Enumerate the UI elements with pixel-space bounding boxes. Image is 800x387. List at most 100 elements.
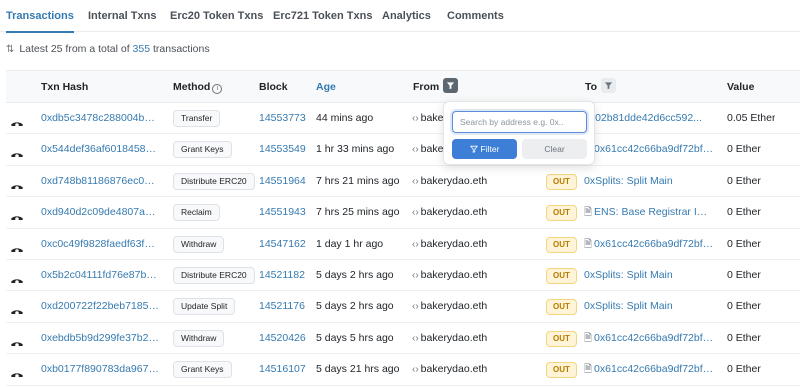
transactions-table: Txn Hash Method i Block Age From To Value… — [6, 70, 800, 386]
eye-icon[interactable] — [10, 332, 30, 346]
value-text: 0 Ether — [727, 268, 761, 281]
from-filter-icon[interactable] — [443, 78, 459, 93]
from-address-label: bakerydao.eth — [420, 268, 488, 281]
value-text: 0 Ether — [727, 206, 761, 219]
tab-bar: Transactions Internal Txns Erc20 Token T… — [0, 0, 800, 33]
block-link[interactable]: 14520426 — [259, 323, 306, 354]
transaction-count-link[interactable]: 355 — [133, 43, 151, 55]
chain-link-icon: ‹› — [412, 269, 419, 281]
eye-icon[interactable] — [10, 112, 30, 126]
txn-hash-link[interactable]: 0xc0c49f9828faedf63fc5... — [41, 229, 159, 260]
chain-link-icon: ‹› — [412, 301, 419, 313]
table-row: 0xd940d2c09de4807a2b... Reclaim 14551943 7 … — [6, 197, 800, 229]
block-link[interactable]: 14521176 — [259, 291, 305, 322]
tab-comments[interactable]: Comments — [447, 0, 504, 32]
age-text: 5 days 2 hrs ago — [316, 300, 394, 313]
to-filter-icon[interactable] — [601, 78, 617, 93]
header-block: Block — [259, 81, 288, 93]
eye-icon[interactable] — [10, 206, 30, 221]
txn-hash-link[interactable]: 0xdb5c3478c288004bc5... — [41, 103, 159, 134]
table-row: 0xebdb5b9d299fe37b26... Withdraw 14520426 5… — [6, 323, 800, 355]
header-age-toggle[interactable]: Age — [316, 71, 336, 104]
header-to-label: To — [585, 81, 598, 93]
block-link[interactable]: 14521182 — [259, 260, 305, 291]
contract-doc-icon: 🗎 — [584, 364, 593, 376]
from-address-label: bakerydao.eth — [420, 331, 488, 344]
tab-erc721-token-txns[interactable]: Erc721 Token Txns — [273, 0, 372, 32]
txn-hash-link[interactable]: 0xebdb5b9d299fe37b26... — [41, 323, 159, 354]
eye-icon[interactable] — [10, 300, 30, 315]
tab-internal-txns[interactable]: Internal Txns — [88, 0, 156, 32]
age-text: 44 mins ago — [316, 112, 374, 124]
to-address-label: 0x61cc42c66ba9df72bf6... — [594, 363, 714, 376]
to-address-label: 0x02b81dde42d6cc592... — [584, 112, 702, 124]
to-address-label: 0xSplits: Split Main — [584, 268, 673, 281]
chain-link-icon: ‹› — [412, 175, 419, 187]
direction-badge: OUT — [546, 362, 577, 379]
eye-icon[interactable] — [10, 143, 30, 158]
direction-badge: OUT — [546, 330, 577, 347]
block-link[interactable]: 14553773 — [259, 103, 306, 134]
to-address-link[interactable]: 🗎0x61cc42c66ba9df72bf6... — [584, 354, 714, 385]
txn-hash-link[interactable]: 0xd748b81186876ec07d... — [41, 166, 159, 197]
eye-icon[interactable] — [10, 269, 30, 283]
to-address-label: 0x61cc42c66ba9df72bf6... — [594, 143, 714, 156]
to-address-link[interactable]: 🗎0x61cc42c66ba9df72bf6... — [584, 134, 714, 165]
block-link[interactable]: 14551943 — [259, 197, 306, 228]
from-address-label: bakerydao.eth — [420, 206, 488, 219]
to-address-label: 0x61cc42c66ba9df72bf6... — [594, 331, 714, 344]
to-address-link[interactable]: 🗎 ENS: Base Registrar Imp... — [584, 197, 714, 228]
eye-icon[interactable] — [10, 175, 30, 189]
from-address: ‹›bakerydao.eth — [412, 323, 487, 354]
tab-erc20-token-txns[interactable]: Erc20 Token Txns — [170, 0, 263, 32]
filter-button-label: Filter — [480, 144, 500, 154]
direction-badge: OUT — [546, 173, 577, 190]
block-link[interactable]: 14516107 — [259, 354, 306, 385]
to-address-link[interactable]: 0x02b81dde42d6cc592... — [584, 103, 714, 134]
txn-hash-link[interactable]: 0xb0177f890783da967a... — [41, 354, 159, 385]
eye-icon[interactable] — [10, 363, 30, 378]
age-text: 1 hr 33 mins ago — [316, 143, 395, 156]
chain-link-icon: ‹› — [412, 364, 419, 376]
block-link[interactable]: 14551964 — [259, 166, 306, 197]
to-address-link[interactable]: 0xSplits: Split Main — [584, 260, 714, 291]
method-badge: Distribute ERC20 — [173, 266, 255, 284]
table-header: Txn Hash Method i Block Age From To Value — [6, 70, 800, 103]
method-badge: Reclaim — [173, 204, 220, 222]
block-link[interactable]: 14553549 — [259, 134, 306, 165]
txn-hash-link[interactable]: 0x544def36af601845856... — [41, 134, 159, 165]
eye-icon[interactable] — [10, 238, 30, 252]
age-text: 7 hrs 25 mins ago — [316, 206, 400, 219]
value-text: 0 Ether — [727, 363, 761, 376]
info-icon[interactable]: i — [212, 84, 223, 94]
txn-hash-link[interactable]: 0x5b2c04111fd76e87b31... — [41, 260, 159, 291]
tab-analytics[interactable]: Analytics — [382, 0, 431, 32]
to-address-link[interactable]: 0xSplits: Split Main — [584, 166, 714, 197]
table-row: 0xb0177f890783da967a... Grant Keys 1451610… — [6, 354, 800, 386]
clear-button[interactable]: Clear — [522, 139, 587, 159]
address-search-input[interactable] — [452, 111, 587, 133]
from-address-label: bakerydao.eth — [420, 363, 488, 376]
to-address-link[interactable]: 🗎0x61cc42c66ba9df72bf6... — [584, 323, 714, 354]
age-text: 5 days 5 hrs ago — [316, 331, 394, 344]
tab-transactions[interactable]: Transactions — [6, 0, 74, 33]
filter-icon — [469, 145, 478, 153]
direction-badge: OUT — [546, 236, 577, 253]
from-address: ‹›bakerydao.eth — [412, 354, 487, 385]
age-text: 5 days 2 hrs ago — [316, 268, 394, 281]
header-method-label: Method — [173, 81, 211, 93]
chain-link-icon: ‹› — [412, 238, 419, 250]
filter-button[interactable]: Filter — [452, 139, 517, 159]
value-text: 0 Ether — [727, 143, 761, 156]
method-badge: Grant Keys — [173, 141, 232, 159]
from-address-label: bakerydao.eth — [420, 174, 488, 187]
value-text: 0.05 Ether — [727, 112, 776, 124]
chain-link-icon: ‹› — [412, 207, 419, 219]
block-link[interactable]: 14547162 — [259, 229, 306, 260]
txn-hash-link[interactable]: 0xd200722f22beb7185fd... — [41, 291, 159, 322]
to-address-link[interactable]: 🗎0x61cc42c66ba9df72bf6... — [584, 229, 714, 260]
from-address: ‹›bakerydao.eth — [412, 166, 487, 197]
contract-doc-icon: 🗎 — [584, 332, 593, 344]
to-address-link[interactable]: 0xSplits: Split Main — [584, 291, 714, 322]
txn-hash-link[interactable]: 0xd940d2c09de4807a2b... — [41, 197, 159, 228]
